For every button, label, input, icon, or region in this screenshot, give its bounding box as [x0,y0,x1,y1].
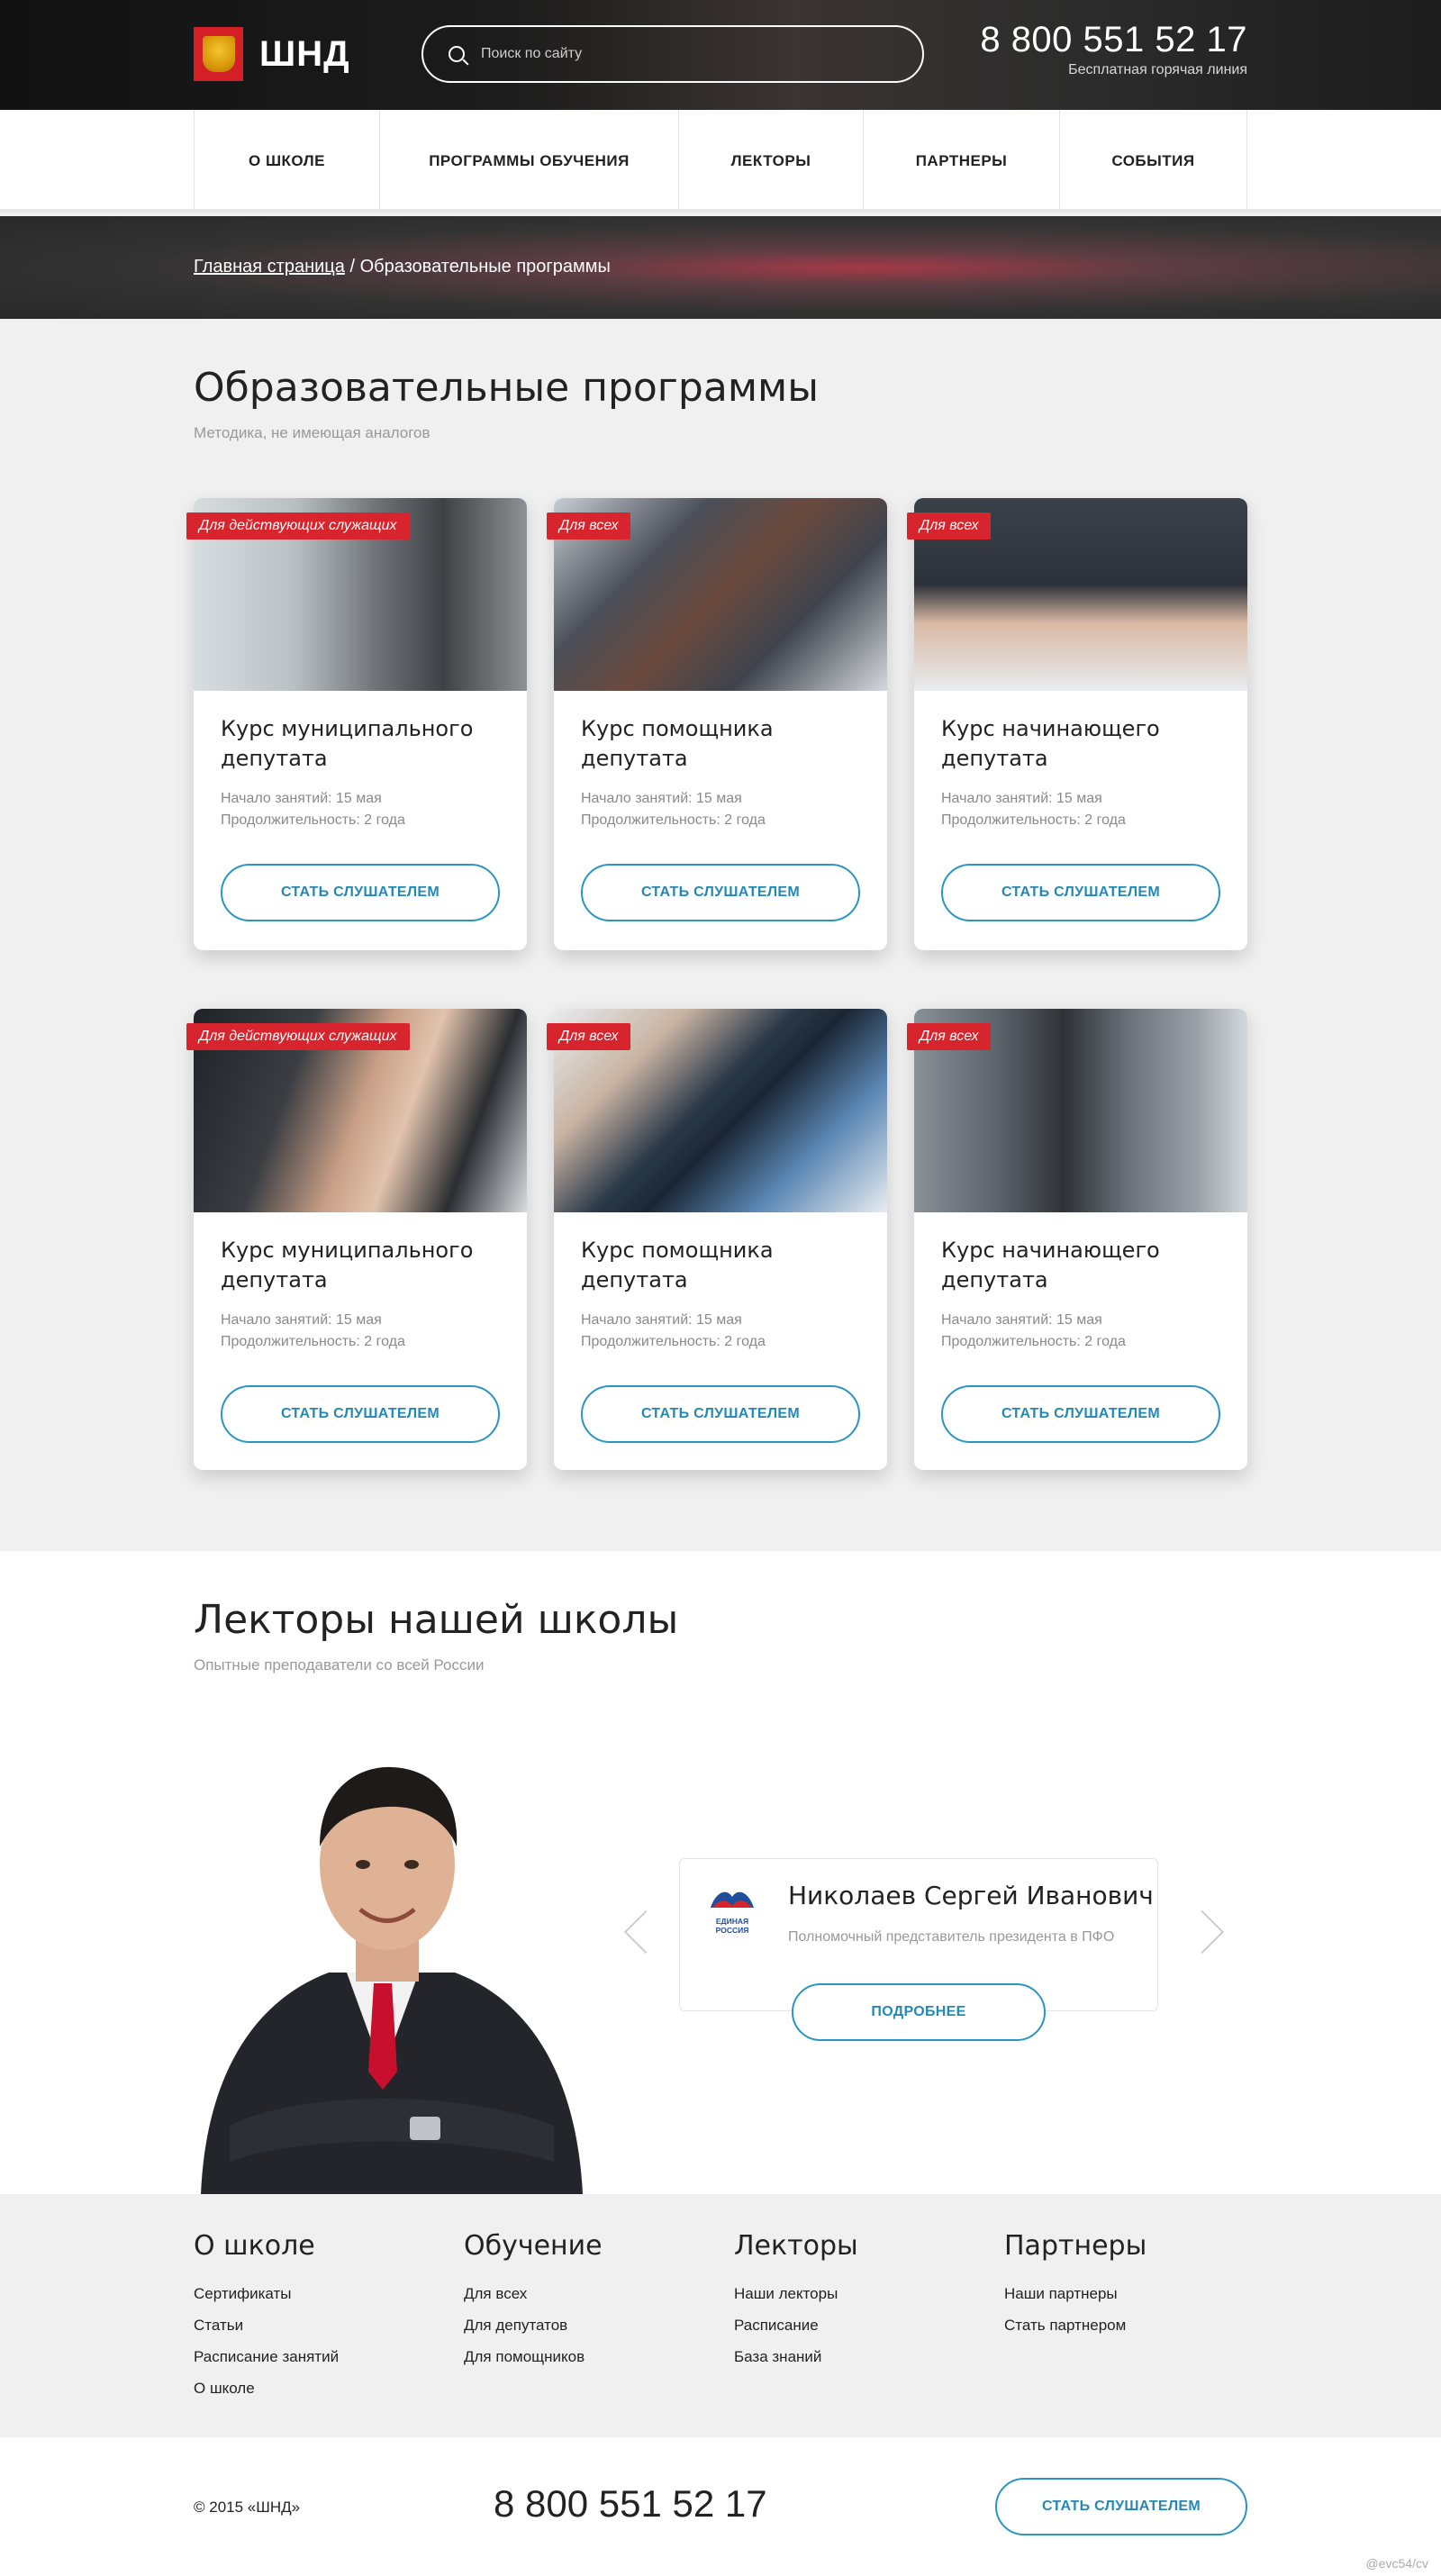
footer-col-about: О школе Сертификаты Статьи Расписание за… [194,2230,339,2404]
program-start: Начало занятий: 15 мая [581,791,742,806]
programs-title: Образовательные программы [194,365,819,411]
search-icon[interactable] [449,46,465,62]
nav-item-programs[interactable]: Программы обучения [380,110,679,213]
footer-col-title: Лекторы [734,2230,858,2262]
main-nav: О школе Программы обучения Лекторы Партн… [0,110,1441,213]
audience-tag: Для всех [907,1023,992,1050]
footer-link[interactable]: Статьи [194,2309,339,2341]
program-duration: Продолжительность: 2 года [581,1334,766,1349]
program-card: Для действующих служащих Курс муниципаль… [186,1009,527,1470]
site-header: ШНД 8 800 551 52 17 Бесплатная горячая л… [0,0,1441,110]
lecturers-subtitle: Опытные преподаватели со всей России [194,1656,485,1673]
footer-col-title: Обучение [464,2230,603,2262]
program-duration: Продолжительность: 2 года [941,1334,1126,1349]
program-duration: Продолжительность: 2 года [221,1334,405,1349]
footer-link[interactable]: Расписание занятий [194,2341,339,2372]
hero-banner: Главная страница / Образовательные прогр… [0,216,1441,319]
footer-link[interactable]: Расписание [734,2309,858,2341]
svg-text:ЕДИНАЯ: ЕДИНАЯ [716,1917,748,1926]
program-title[interactable]: Курс муниципального депутата [221,714,509,774]
program-card: Для всех Курс начинающего депутата Начал… [907,1009,1247,1470]
lecturer-photo [194,1729,590,2194]
audience-tag: Для всех [547,512,631,540]
program-start: Начало занятий: 15 мая [221,791,382,806]
footer-phone[interactable]: 8 800 551 52 17 [494,2482,767,2526]
party-logo: ЕДИНАЯ РОССИЯ [707,1881,757,1940]
breadcrumb-home[interactable]: Главная страница [194,257,345,277]
footer-col-partners: Партнеры Наши партнеры Стать партнером [1004,2230,1146,2341]
hotline: 8 800 551 52 17 Бесплатная горячая линия [980,20,1247,78]
audience-tag: Для действующих служащих [186,1023,410,1050]
author-credit: @evc54/cv [1365,2556,1428,2571]
footer-link[interactable]: База знаний [734,2341,858,2372]
footer-col-title: О школе [194,2230,315,2262]
lecturer-role: Полномочный представитель президента в П… [788,1929,1115,1945]
nav-item-events[interactable]: События [1060,110,1247,213]
audience-tag: Для всех [907,512,992,540]
enroll-button[interactable]: Стать слушателем [581,864,860,921]
nav-item-lecturers[interactable]: Лекторы [679,110,864,213]
bottom-bar: © 2015 «ШНД» 8 800 551 52 17 Стать слуша… [0,2437,1441,2576]
footer-col-lecturers: Лекторы Наши лекторы Расписание База зна… [734,2230,858,2372]
hotline-caption: Бесплатная горячая линия [1068,62,1247,77]
programs-subtitle: Методика, не имеющая аналогов [194,424,430,441]
program-title[interactable]: Курс помощника депутата [581,1236,869,1295]
footer: О школе Сертификаты Статьи Расписание за… [0,2194,1441,2437]
program-start: Начало занятий: 15 мая [941,1312,1102,1328]
program-duration: Продолжительность: 2 года [941,812,1126,828]
program-start: Начало занятий: 15 мая [221,1312,382,1328]
program-start: Начало занятий: 15 мая [581,1312,742,1328]
site-logo[interactable]: ШНД [194,27,350,81]
audience-tag: Для всех [547,1023,631,1050]
audience-tag: Для действующих служащих [186,512,410,540]
program-duration: Продолжительность: 2 года [221,812,405,828]
program-card: Для действующих служащих Курс муниципаль… [186,498,527,950]
enroll-button[interactable]: Стать слушателем [221,1385,500,1443]
breadcrumb: Главная страница / Образовательные прогр… [194,257,611,277]
search-box[interactable] [421,25,924,83]
footer-col-training: Обучение Для всех Для депутатов Для помо… [464,2230,603,2372]
svg-text:РОССИЯ: РОССИЯ [716,1926,749,1935]
lecturer-name: Николаев Сергей Иванович [788,1881,1154,1910]
footer-link[interactable]: Для депутатов [464,2309,603,2341]
program-title[interactable]: Курс начинающего депутата [941,1236,1229,1295]
footer-link[interactable]: Сертификаты [194,2278,339,2309]
nav-item-partners[interactable]: Партнеры [864,110,1060,213]
enroll-button[interactable]: Стать слушателем [221,864,500,921]
footer-enroll-button[interactable]: Стать слушателем [995,2478,1247,2535]
hotline-phone[interactable]: 8 800 551 52 17 [980,20,1247,60]
logo-text: ШНД [259,33,350,74]
program-title[interactable]: Курс начинающего депутата [941,714,1229,774]
program-card: Для всех Курс помощника депутата Начало … [547,498,887,950]
coat-of-arms-icon [194,27,243,81]
search-input[interactable] [481,46,895,62]
lecturer-details-button[interactable]: Подробнее [792,1983,1046,2041]
enroll-button[interactable]: Стать слушателем [941,1385,1220,1443]
program-title[interactable]: Курс помощника депутата [581,714,869,774]
footer-link[interactable]: Для помощников [464,2341,603,2372]
footer-link[interactable]: О школе [194,2372,339,2404]
footer-col-title: Партнеры [1004,2230,1147,2262]
breadcrumb-separator: / [349,257,356,277]
nav-item-about[interactable]: О школе [195,110,380,213]
program-card: Для всех Курс помощника депутата Начало … [547,1009,887,1470]
program-duration: Продолжительность: 2 года [581,812,766,828]
footer-link[interactable]: Стать партнером [1004,2309,1146,2341]
footer-link[interactable]: Наши партнеры [1004,2278,1146,2309]
breadcrumb-current: Образовательные программы [359,257,611,277]
program-card: Для всех Курс начинающего депутата Начал… [907,498,1247,950]
footer-link[interactable]: Для всех [464,2278,603,2309]
enroll-button[interactable]: Стать слушателем [581,1385,860,1443]
enroll-button[interactable]: Стать слушателем [941,864,1220,921]
program-start: Начало занятий: 15 мая [941,791,1102,806]
lecturers-title: Лекторы нашей школы [194,1597,679,1643]
program-title[interactable]: Курс муниципального депутата [221,1236,509,1295]
footer-link[interactable]: Наши лекторы [734,2278,858,2309]
copyright: © 2015 «ШНД» [194,2499,301,2516]
